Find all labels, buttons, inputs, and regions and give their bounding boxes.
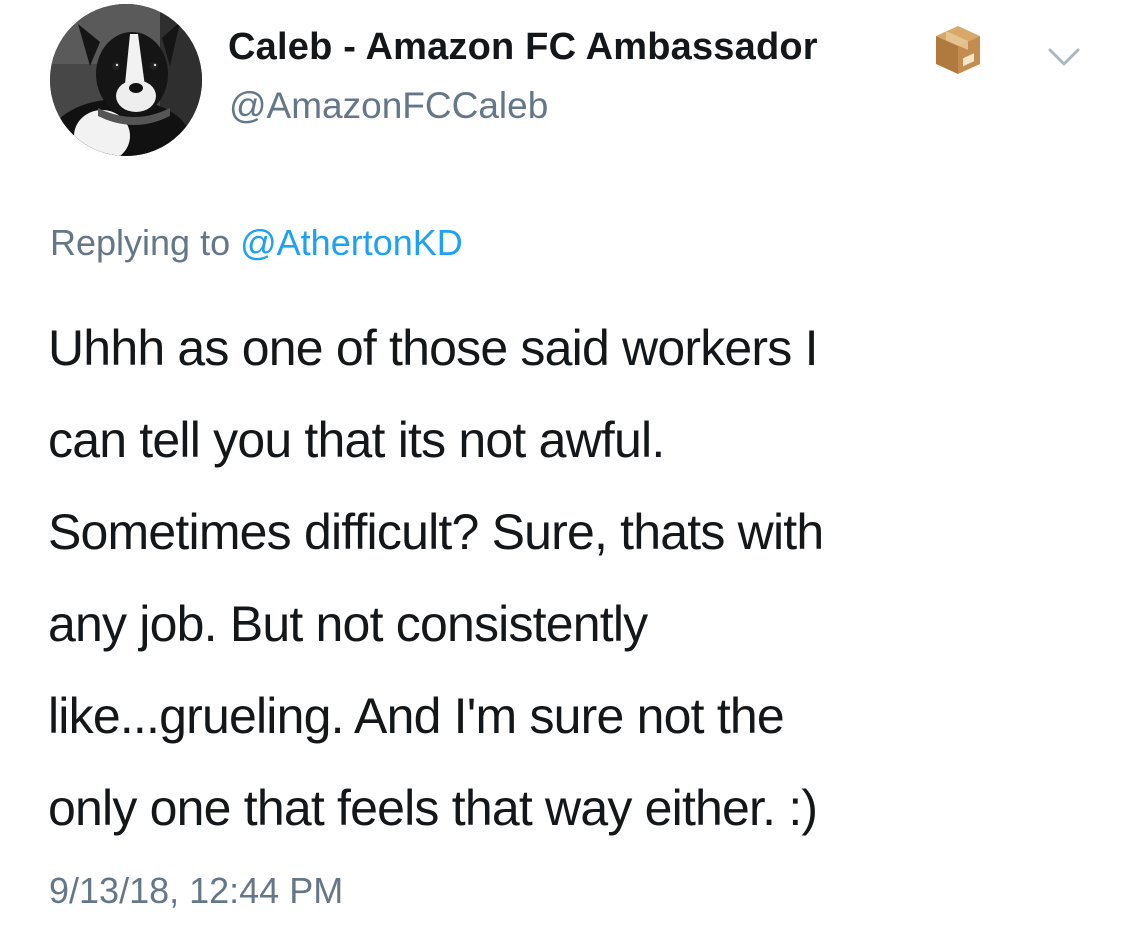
tweet-text-line: like...grueling. And I'm sure not the [48, 688, 785, 744]
tweet-text-line: only one that feels that way either. :) [48, 780, 818, 836]
tweet-text-line: Sometimes difficult? Sure, thats with [48, 504, 824, 560]
tweet-text-line: can tell you that its not awful. [48, 412, 665, 468]
author-display-name[interactable]: Caleb - Amazon FC Ambassador [228, 26, 818, 69]
replying-to: Replying to @AthertonKD [50, 222, 463, 264]
author-handle[interactable]: @AmazonFCCaleb [229, 85, 548, 127]
chevron-down-icon[interactable] [1046, 44, 1082, 70]
tweet-text-line: any job. But not consistently [48, 596, 648, 652]
avatar[interactable] [50, 4, 202, 156]
replying-to-label: Replying to [50, 222, 231, 263]
package-icon [932, 22, 984, 78]
tweet: Caleb - Amazon FC Ambassador @AmazonFCCa… [0, 0, 1125, 947]
reply-mention-link[interactable]: @AthertonKD [240, 222, 463, 263]
tweet-timestamp[interactable]: 9/13/18, 12:44 PM [49, 870, 343, 912]
tweet-text: Uhhh as one of those said workers I can … [48, 302, 1098, 854]
dog-avatar-image [50, 4, 202, 156]
tweet-text-line: Uhhh as one of those said workers I [48, 320, 818, 376]
